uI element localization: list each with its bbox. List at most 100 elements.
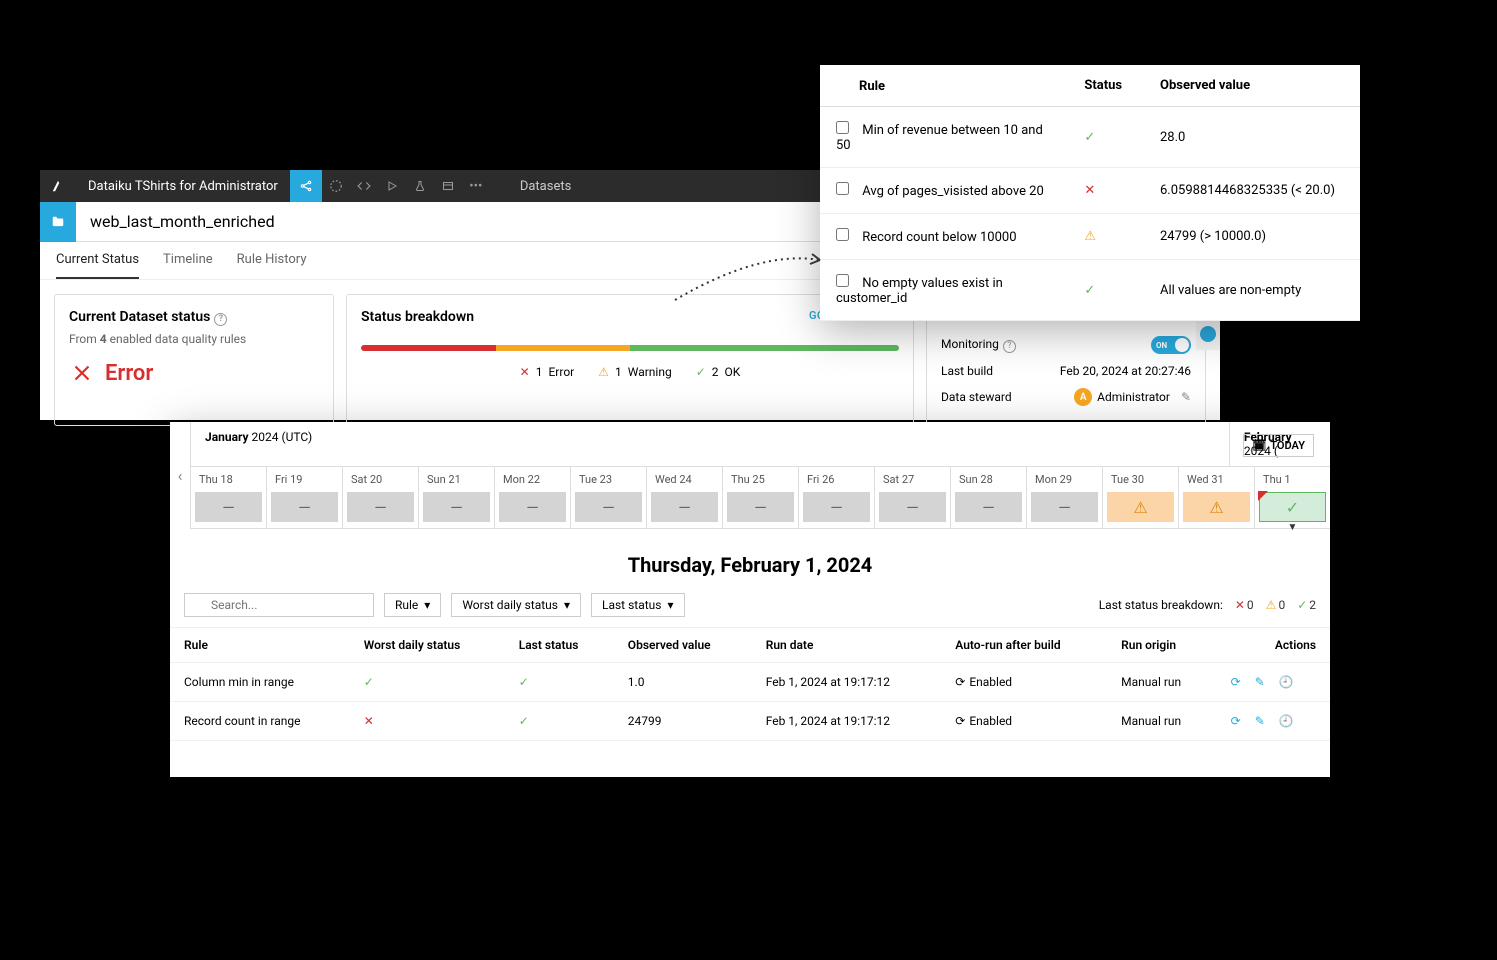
search-input[interactable] bbox=[184, 593, 374, 617]
timeline-day: Wed 31⚠ bbox=[1178, 467, 1254, 528]
timeline-cell[interactable]: — bbox=[347, 492, 414, 522]
table-header: Actions bbox=[1217, 628, 1330, 663]
edit-icon[interactable]: ✎ bbox=[1255, 714, 1265, 728]
edit-icon[interactable]: ✎ bbox=[1181, 390, 1191, 404]
day-header: Sat 27 bbox=[875, 467, 950, 492]
history-icon[interactable]: 🕘 bbox=[1279, 675, 1294, 689]
row-checkbox[interactable] bbox=[836, 182, 849, 195]
day-title: Thursday, February 1, 2024 bbox=[170, 529, 1330, 593]
filter-rule[interactable]: Rule▾ bbox=[384, 593, 441, 617]
lab-icon[interactable] bbox=[406, 170, 434, 202]
timeline-day: Tue 30⚠ bbox=[1102, 467, 1178, 528]
rail-icon[interactable] bbox=[1200, 326, 1216, 342]
check-icon: ✓ bbox=[519, 675, 529, 689]
table-header: Run origin bbox=[1107, 628, 1216, 663]
timeline-day: Thu 25— bbox=[722, 467, 798, 528]
day-header: Mon 29 bbox=[1027, 467, 1102, 492]
timeline-cell[interactable]: — bbox=[955, 492, 1022, 522]
legend-warning: ⚠1 Warning bbox=[598, 365, 671, 379]
legend-error: ✕1 Error bbox=[520, 365, 575, 379]
check-icon: ✓ bbox=[1084, 130, 1095, 145]
timeline-cell[interactable]: — bbox=[803, 492, 870, 522]
timeline-panel: 🗓TODAY ‹ January 2024 (UTC) February 202… bbox=[170, 422, 1330, 777]
day-header: Fri 26 bbox=[799, 467, 874, 492]
dataset-icon[interactable] bbox=[40, 202, 76, 242]
timeline-day: Sat 27— bbox=[874, 467, 950, 528]
day-header: Wed 24 bbox=[647, 467, 722, 492]
callout-arrow bbox=[670, 245, 830, 305]
day-header: Sun 28 bbox=[951, 467, 1026, 492]
filter-worst[interactable]: Worst daily status▾ bbox=[451, 593, 581, 617]
last-status-breakdown: Last status breakdown: ✕0 ⚠0 ✓2 bbox=[1099, 598, 1316, 612]
timeline-cell-warn[interactable]: ⚠ bbox=[1183, 492, 1250, 522]
subtab-current-status[interactable]: Current Status bbox=[56, 242, 139, 279]
dashboard-icon[interactable] bbox=[434, 170, 462, 202]
current-status-card: Current Dataset status? From 4 enabled d… bbox=[54, 294, 334, 426]
warning-icon: ⚠ bbox=[598, 365, 609, 379]
flow-icon[interactable] bbox=[322, 170, 350, 202]
edit-icon[interactable]: ✎ bbox=[1255, 675, 1265, 689]
table-header: Rule bbox=[170, 628, 350, 663]
refresh-icon: ⟳ bbox=[955, 675, 965, 689]
help-icon[interactable]: ? bbox=[1003, 340, 1016, 353]
row-checkbox[interactable] bbox=[836, 121, 849, 134]
timeline-day: Thu 18— bbox=[190, 467, 266, 528]
history-icon[interactable]: 🕘 bbox=[1279, 714, 1294, 728]
col-status: Status bbox=[1068, 65, 1144, 107]
day-header: Sun 21 bbox=[419, 467, 494, 492]
refresh-icon: ⟳ bbox=[955, 714, 965, 728]
warning-icon: ⚠ bbox=[1084, 229, 1096, 244]
calendar-icon: 🗓 bbox=[1252, 439, 1266, 452]
play-icon[interactable] bbox=[378, 170, 406, 202]
error-status: Error bbox=[69, 360, 319, 386]
day-header: Tue 30 bbox=[1103, 467, 1178, 492]
filter-last[interactable]: Last status▾ bbox=[591, 593, 685, 617]
prev-arrow-icon[interactable]: ‹ bbox=[170, 422, 190, 529]
last-build-value: Feb 20, 2024 at 20:27:46 bbox=[1060, 364, 1191, 378]
chevron-down-icon: ▾ bbox=[667, 598, 673, 612]
search-input-wrap: 🔍 bbox=[184, 593, 374, 617]
code-icon[interactable] bbox=[350, 170, 378, 202]
steward-value: Administrator bbox=[1097, 390, 1170, 404]
more-icon[interactable]: ••• bbox=[462, 170, 490, 202]
timeline-day: Fri 26— bbox=[798, 467, 874, 528]
timeline-cell[interactable]: — bbox=[271, 492, 338, 522]
subtab-rule-history[interactable]: Rule History bbox=[237, 242, 307, 279]
timeline-cell[interactable]: — bbox=[1031, 492, 1098, 522]
rerun-icon[interactable]: ⟳ bbox=[1231, 714, 1241, 728]
timeline-day: Thu 1✓ bbox=[1254, 467, 1330, 528]
share-icon[interactable] bbox=[290, 170, 322, 202]
chevron-down-icon: ▾ bbox=[424, 598, 430, 612]
timeline-cell[interactable]: — bbox=[727, 492, 794, 522]
timeline-cell[interactable]: — bbox=[575, 492, 642, 522]
timeline-cell[interactable]: — bbox=[651, 492, 718, 522]
subtab-timeline[interactable]: Timeline bbox=[163, 242, 213, 279]
table-header: Run date bbox=[752, 628, 942, 663]
monitoring-toggle[interactable]: ON bbox=[1151, 336, 1191, 354]
popup-row: Min of revenue between 10 and 50✓28.0 bbox=[820, 107, 1360, 168]
timeline-cell[interactable]: — bbox=[879, 492, 946, 522]
timeline-cell[interactable]: — bbox=[423, 492, 490, 522]
timeline-day: Tue 23— bbox=[570, 467, 646, 528]
day-header: Sat 20 bbox=[343, 467, 418, 492]
rerun-icon[interactable]: ⟳ bbox=[1231, 675, 1241, 689]
timeline-cell-warn[interactable]: ⚠ bbox=[1107, 492, 1174, 522]
x-icon: ✕ bbox=[364, 714, 374, 728]
timeline-cell[interactable]: — bbox=[195, 492, 262, 522]
timeline-day: Sun 28— bbox=[950, 467, 1026, 528]
legend-ok: ✓2 OK bbox=[696, 365, 741, 379]
avatar: A bbox=[1074, 388, 1092, 406]
day-header: Mon 22 bbox=[495, 467, 570, 492]
row-checkbox[interactable] bbox=[836, 274, 849, 287]
day-header: Thu 1 bbox=[1255, 467, 1330, 492]
timeline-cell[interactable]: — bbox=[499, 492, 566, 522]
rules-table: RuleWorst daily statusLast statusObserve… bbox=[170, 627, 1330, 741]
error-icon bbox=[69, 360, 95, 386]
dataiku-logo-icon[interactable] bbox=[40, 179, 76, 193]
today-button[interactable]: 🗓TODAY bbox=[1243, 434, 1314, 457]
help-icon[interactable]: ? bbox=[214, 313, 227, 326]
x-icon: ✕ bbox=[1084, 183, 1095, 198]
timeline-cell-ok[interactable]: ✓ bbox=[1259, 492, 1326, 522]
row-checkbox[interactable] bbox=[836, 228, 849, 241]
last-build-label: Last build bbox=[941, 364, 993, 378]
